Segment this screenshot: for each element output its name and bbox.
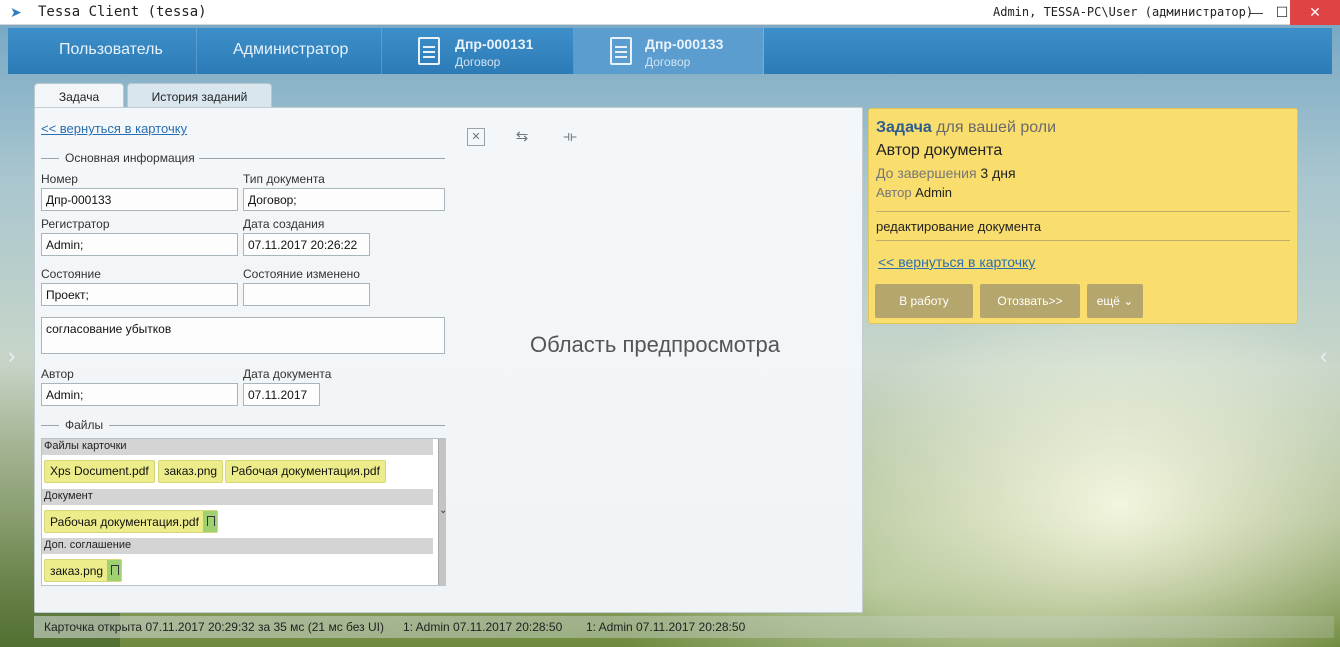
tab-label: Пользователь (59, 41, 163, 58)
tab-task[interactable]: Задача (34, 83, 124, 110)
created-label: Дата создания (243, 217, 325, 231)
tab-administrator[interactable]: Администратор (197, 28, 382, 74)
author-label: Автор (41, 367, 74, 381)
more-button[interactable]: ещё ⌄ (1087, 284, 1143, 318)
chevron-down-icon[interactable]: ⌄ (439, 505, 447, 516)
card-number: Дпр-000131 (455, 36, 534, 52)
status-entry: 1: Admin 07.11.2017 20:28:50 (403, 620, 563, 634)
file-chip[interactable]: Рабочая документация.pdf (225, 460, 386, 483)
revoke-button[interactable]: Отозвать>> (980, 284, 1080, 318)
task-author-label: Автор (876, 185, 912, 200)
tab-user[interactable]: Пользователь (8, 28, 197, 74)
document-icon (610, 37, 632, 65)
bookmark-icon (107, 560, 122, 581)
status-card-opened: Карточка открыта 07.11.2017 20:29:32 за … (44, 620, 385, 634)
status-bar: Карточка открыта 07.11.2017 20:29:32 за … (34, 616, 1334, 638)
close-preview-icon[interactable]: ✕ (467, 128, 485, 146)
section-main-info: Основная информация (65, 151, 195, 165)
workspace: Пользователь Администратор Дпр-000131 До… (0, 25, 1340, 647)
created-date-field[interactable]: 07.11.2017 20:26:22 (243, 233, 370, 256)
file-group-header: Доп. соглашение (42, 538, 433, 554)
document-icon (418, 37, 440, 65)
registrar-field[interactable]: Admin; (41, 233, 238, 256)
tab-label: Администратор (233, 41, 349, 58)
number-label: Номер (41, 172, 78, 186)
due-label: До завершения (876, 165, 977, 181)
window-titlebar: ➤ Tessa Client (tessa) Admin, TESSA-PC\U… (0, 0, 1340, 25)
left-panel-expand-icon[interactable]: › (8, 343, 15, 369)
state-changed-field[interactable] (243, 283, 370, 306)
state-label: Состояние (41, 267, 101, 281)
card-number: Дпр-000133 (645, 36, 724, 52)
file-group-header: Документ (42, 489, 433, 505)
window-title: Tessa Client (tessa) (38, 4, 207, 20)
section-files: Файлы (65, 418, 104, 432)
due-value: 3 дня (980, 165, 1016, 181)
doctype-field[interactable]: Договор; (243, 188, 445, 211)
tab-card-000133[interactable]: Дпр-000133 Договор (574, 28, 764, 74)
file-chip[interactable]: заказ.png (158, 460, 224, 483)
docdate-label: Дата документа (243, 367, 332, 381)
file-chip-label: заказ.png (50, 564, 104, 578)
task-panel: Задача для вашей роли Автор документа До… (868, 108, 1298, 324)
back-to-card-link[interactable]: << вернуться в карточку (41, 121, 187, 136)
document-date-field[interactable]: 07.11.2017 (243, 383, 320, 406)
card-type: Договор (455, 55, 501, 69)
current-user: Admin, TESSA-PC\User (администратор) (993, 5, 1254, 19)
state-field[interactable]: Проект; (41, 283, 238, 306)
tab-task-history[interactable]: История заданий (127, 83, 272, 109)
card-type: Договор (645, 55, 691, 69)
swap-icon[interactable]: ⇆ (513, 128, 531, 146)
number-field[interactable]: Дпр-000133 (41, 188, 238, 211)
task-author-value: Admin (915, 185, 953, 200)
task-role: для вашей роли (936, 119, 1057, 136)
preview-placeholder: Область предпросмотра (530, 332, 780, 357)
split-icon[interactable]: ⟛ (561, 128, 579, 146)
task-description: редактирование документа (876, 219, 1042, 234)
card-panel: << вернуться в карточку Основная информа… (34, 107, 863, 613)
tab-card-000131[interactable]: Дпр-000131 Договор (382, 28, 574, 74)
registrar-label: Регистратор (41, 217, 110, 231)
tessa-logo-icon: ➤ (10, 4, 22, 20)
task-back-to-card-link[interactable]: << вернуться в карточку (878, 254, 1035, 270)
status-entry: 1: Admin 07.11.2017 20:28:50 (586, 620, 746, 634)
close-icon[interactable]: ✕ (1290, 0, 1340, 25)
right-panel-expand-icon[interactable]: ‹ (1320, 343, 1327, 369)
state-changed-label: Состояние изменено (243, 267, 360, 281)
bookmark-icon (202, 511, 217, 532)
task-name: Автор документа (876, 142, 1003, 159)
files-scrollbar[interactable]: ⌄ (438, 439, 447, 585)
take-to-work-button[interactable]: В работу (875, 284, 973, 318)
file-chip-label: Рабочая документация.pdf (50, 515, 199, 529)
file-chip[interactable]: Xps Document.pdf (44, 460, 155, 483)
top-tab-bar: Пользователь Администратор Дпр-000131 До… (8, 28, 1332, 74)
file-group-header: Файлы карточки (42, 439, 433, 455)
subject-field[interactable]: согласование убытков (41, 317, 445, 354)
files-list: Файлы карточки Xps Document.pdf заказ.pn… (41, 438, 447, 586)
doctype-label: Тип документа (243, 172, 325, 186)
file-chip[interactable]: заказ.png (44, 559, 123, 582)
task-heading: Задача (876, 119, 932, 136)
author-field[interactable]: Admin; (41, 383, 238, 406)
file-chip[interactable]: Рабочая документация.pdf (44, 510, 218, 533)
